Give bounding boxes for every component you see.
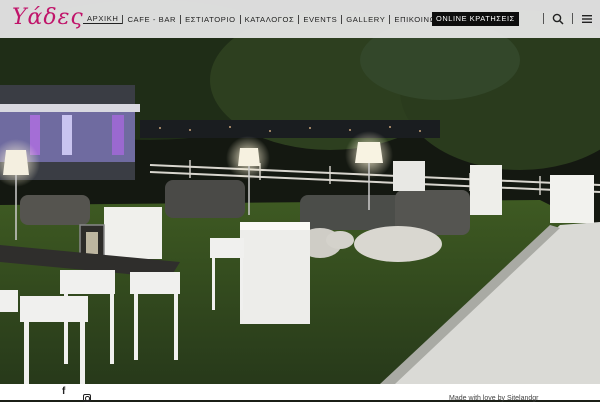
top-navigation-bar: Υάδες ΑΡΧΙΚΗ CAFE - BAR ΕΣΤΙΑΤΟΡΙΟ ΚΑΤΑΛ… — [0, 0, 600, 38]
hamburger-menu-icon[interactable] — [582, 14, 592, 24]
header-divider — [572, 13, 573, 24]
nav-item-home[interactable]: ΑΡΧΙΚΗ — [83, 14, 123, 24]
hero-image — [0, 0, 600, 384]
nav-item-events[interactable]: EVENTS — [299, 15, 341, 24]
night-garden-scene — [0, 0, 600, 384]
main-nav: ΑΡΧΙΚΗ CAFE - BAR ΕΣΤΙΑΤΟΡΙΟ ΚΑΤΑΛΟΓΟΣ E… — [83, 14, 454, 24]
footer-credit[interactable]: Made with love by Sitelandgr — [449, 395, 539, 402]
brand-logo[interactable]: Υάδες — [12, 5, 84, 30]
online-booking-button[interactable]: ONLINE ΚΡΑΤΗΣΕΙΣ — [432, 12, 519, 26]
instagram-icon[interactable] — [83, 394, 91, 402]
nav-item-gallery[interactable]: GALLERY — [342, 15, 389, 24]
nav-item-cafe-bar[interactable]: CAFE - BAR — [123, 15, 180, 24]
nav-item-menu-catalog[interactable]: ΚΑΤΑΛΟΓΟΣ — [241, 15, 299, 24]
header-divider — [543, 13, 544, 24]
nav-item-restaurant[interactable]: ΕΣΤΙΑΤΟΡΙΟ — [181, 15, 240, 24]
facebook-icon[interactable]: f — [62, 386, 65, 397]
search-icon[interactable] — [552, 13, 564, 25]
